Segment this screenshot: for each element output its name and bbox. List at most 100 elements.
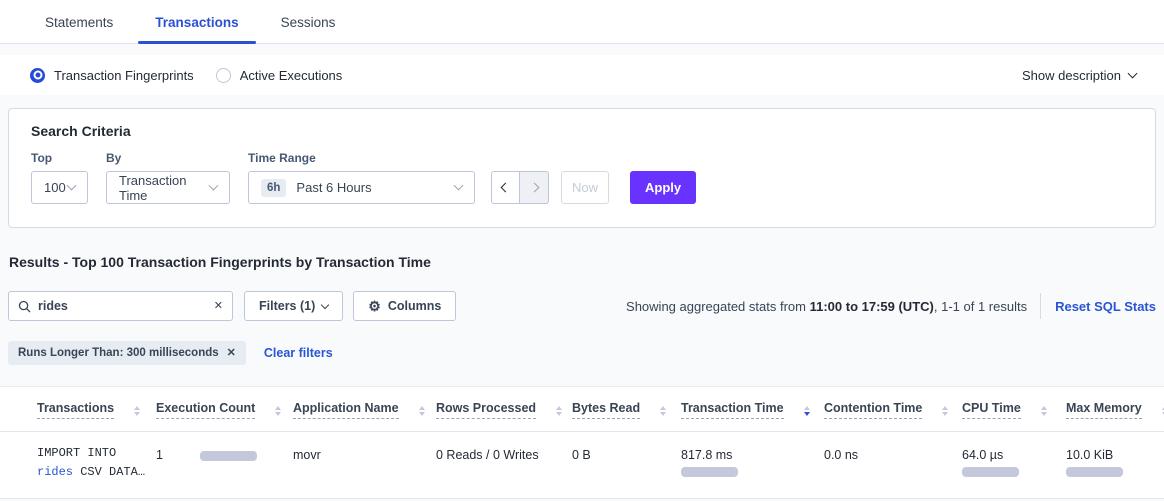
- radio-selected-icon: [30, 68, 45, 83]
- filters-button[interactable]: Filters (1): [244, 291, 343, 321]
- radio-unselected-icon: [216, 68, 231, 83]
- cell-application-name: movr: [293, 432, 436, 499]
- search-criteria-row: Top 100 By Transaction Time Time Range: [31, 151, 1133, 204]
- show-description-toggle[interactable]: Show description: [1022, 68, 1136, 83]
- column-header-contention-time[interactable]: Contention Time: [824, 387, 962, 432]
- sort-icon: [660, 406, 666, 416]
- table-row: IMPORT INTO rides CSV DATA… 1 movr 0 Rea…: [0, 432, 1164, 499]
- vertical-divider: [1040, 293, 1041, 319]
- column-header-cpu-time[interactable]: CPU Time: [962, 387, 1066, 432]
- radio-label: Transaction Fingerprints: [54, 68, 194, 83]
- time-range-badge: 6h: [261, 179, 286, 197]
- sort-icon: [419, 406, 425, 416]
- by-select-value: Transaction Time: [119, 173, 210, 203]
- time-range-field: Time Range 6h Past 6 Hours: [248, 151, 475, 204]
- show-description-label: Show description: [1022, 68, 1121, 83]
- filter-chip-row: Runs Longer Than: 300 milliseconds ✕ Cle…: [8, 341, 1156, 365]
- by-label: By: [106, 151, 230, 165]
- time-next-button[interactable]: [520, 171, 549, 204]
- filters-label: Filters (1): [259, 299, 315, 313]
- radio-active-executions[interactable]: Active Executions: [216, 68, 343, 83]
- column-header-bytes-read[interactable]: Bytes Read: [572, 387, 681, 432]
- cell-cpu-time: 64.0 µs: [962, 432, 1066, 499]
- execution-count-value: 1: [156, 448, 163, 462]
- apply-button[interactable]: Apply: [630, 171, 696, 204]
- reset-sql-stats-link[interactable]: Reset SQL Stats: [1055, 299, 1156, 314]
- max-memory-bar: [1066, 467, 1123, 477]
- stats-time-range: 11:00 to 17:59 (UTC): [810, 299, 934, 314]
- cell-transaction: IMPORT INTO rides CSV DATA…: [0, 432, 156, 499]
- filter-chip-label: Runs Longer Than: 300 milliseconds: [18, 347, 219, 359]
- top-select-value: 100: [44, 180, 66, 195]
- aggregated-stats-text: Showing aggregated stats from 11:00 to 1…: [626, 299, 1027, 314]
- time-range-value: Past 6 Hours: [296, 180, 371, 195]
- cpu-time-bar: [962, 467, 1019, 477]
- main-content: Search Criteria Top 100 By Transaction T…: [0, 95, 1164, 365]
- search-icon: [18, 300, 31, 313]
- search-criteria-card: Search Criteria Top 100 By Transaction T…: [8, 108, 1156, 228]
- time-range-select[interactable]: 6h Past 6 Hours: [248, 171, 475, 204]
- sql-table-name[interactable]: rides: [37, 465, 73, 479]
- column-header-rows-processed[interactable]: Rows Processed: [436, 387, 572, 432]
- tab-transactions[interactable]: Transactions: [134, 3, 259, 43]
- sort-icon: [942, 406, 948, 416]
- sort-icon: [1041, 406, 1047, 416]
- table-header-row: Transactions Execution Count Application…: [0, 387, 1164, 432]
- cell-rows-processed: 0 Reads / 0 Writes: [436, 432, 572, 499]
- tab-bar: Statements Transactions Sessions: [0, 0, 1164, 44]
- now-button[interactable]: Now: [561, 171, 609, 204]
- cell-bytes-read: 0 B: [572, 432, 681, 499]
- column-header-max-memory[interactable]: Max Memory: [1066, 387, 1164, 432]
- execution-count-bar: [200, 451, 257, 461]
- cpu-time-value: 64.0 µs: [962, 448, 1066, 462]
- search-box: ✕: [8, 291, 233, 321]
- sql-activity-page: Statements Transactions Sessions Transac…: [0, 0, 1164, 501]
- sort-icon: [275, 406, 281, 416]
- transaction-time-bar: [681, 467, 738, 477]
- gear-icon: ⚙: [368, 299, 381, 313]
- max-memory-value: 10.0 KiB: [1066, 448, 1164, 462]
- chevron-right-icon: [529, 183, 539, 193]
- cell-execution-count: 1: [156, 432, 293, 499]
- chevron-down-icon: [1128, 68, 1138, 78]
- transaction-fingerprint-link[interactable]: IMPORT INTO rides CSV DATA…: [37, 444, 156, 481]
- column-header-transaction-time[interactable]: Transaction Time: [681, 387, 824, 432]
- view-toggle-panel: Transaction Fingerprints Active Executio…: [0, 55, 1164, 95]
- radio-transaction-fingerprints[interactable]: Transaction Fingerprints: [30, 68, 194, 83]
- filter-chip: Runs Longer Than: 300 milliseconds ✕: [8, 341, 246, 365]
- search-input[interactable]: [38, 299, 207, 313]
- clear-search-icon[interactable]: ✕: [214, 301, 223, 312]
- results-table: Transactions Execution Count Application…: [0, 387, 1164, 499]
- transaction-time-value: 817.8 ms: [681, 448, 824, 462]
- time-range-label: Time Range: [248, 151, 475, 165]
- remove-filter-icon[interactable]: ✕: [227, 348, 236, 359]
- time-prev-button[interactable]: [491, 171, 520, 204]
- columns-label: Columns: [388, 299, 441, 313]
- results-table-container: Transactions Execution Count Application…: [0, 386, 1164, 499]
- top-select[interactable]: 100: [31, 171, 88, 204]
- results-toolbar: ✕ Filters (1) ⚙ Columns Showing aggregat…: [8, 291, 1156, 321]
- columns-button[interactable]: ⚙ Columns: [353, 291, 456, 321]
- clear-filters-link[interactable]: Clear filters: [264, 346, 333, 360]
- column-header-transactions[interactable]: Transactions: [0, 387, 156, 432]
- sort-icon: [556, 406, 562, 416]
- column-header-application-name[interactable]: Application Name: [293, 387, 436, 432]
- tab-statements[interactable]: Statements: [24, 3, 134, 43]
- top-field: Top 100: [31, 151, 88, 204]
- view-toggle-group: Transaction Fingerprints Active Executio…: [30, 68, 342, 83]
- cell-max-memory: 10.0 KiB: [1066, 432, 1164, 499]
- toolbar-right: Showing aggregated stats from 11:00 to 1…: [626, 293, 1156, 319]
- time-nav-group: [491, 171, 549, 204]
- sort-desc-icon: [804, 406, 810, 416]
- by-field: By Transaction Time: [106, 151, 230, 204]
- radio-label: Active Executions: [240, 68, 343, 83]
- chevron-left-icon: [501, 183, 511, 193]
- results-heading: Results - Top 100 Transaction Fingerprin…: [9, 254, 1156, 270]
- by-select[interactable]: Transaction Time: [106, 171, 230, 204]
- tab-sessions[interactable]: Sessions: [260, 3, 357, 43]
- sort-icon: [134, 406, 140, 416]
- column-header-execution-count[interactable]: Execution Count: [156, 387, 293, 432]
- top-label: Top: [31, 151, 88, 165]
- chevron-down-icon: [67, 181, 77, 191]
- chevron-down-icon: [454, 181, 464, 191]
